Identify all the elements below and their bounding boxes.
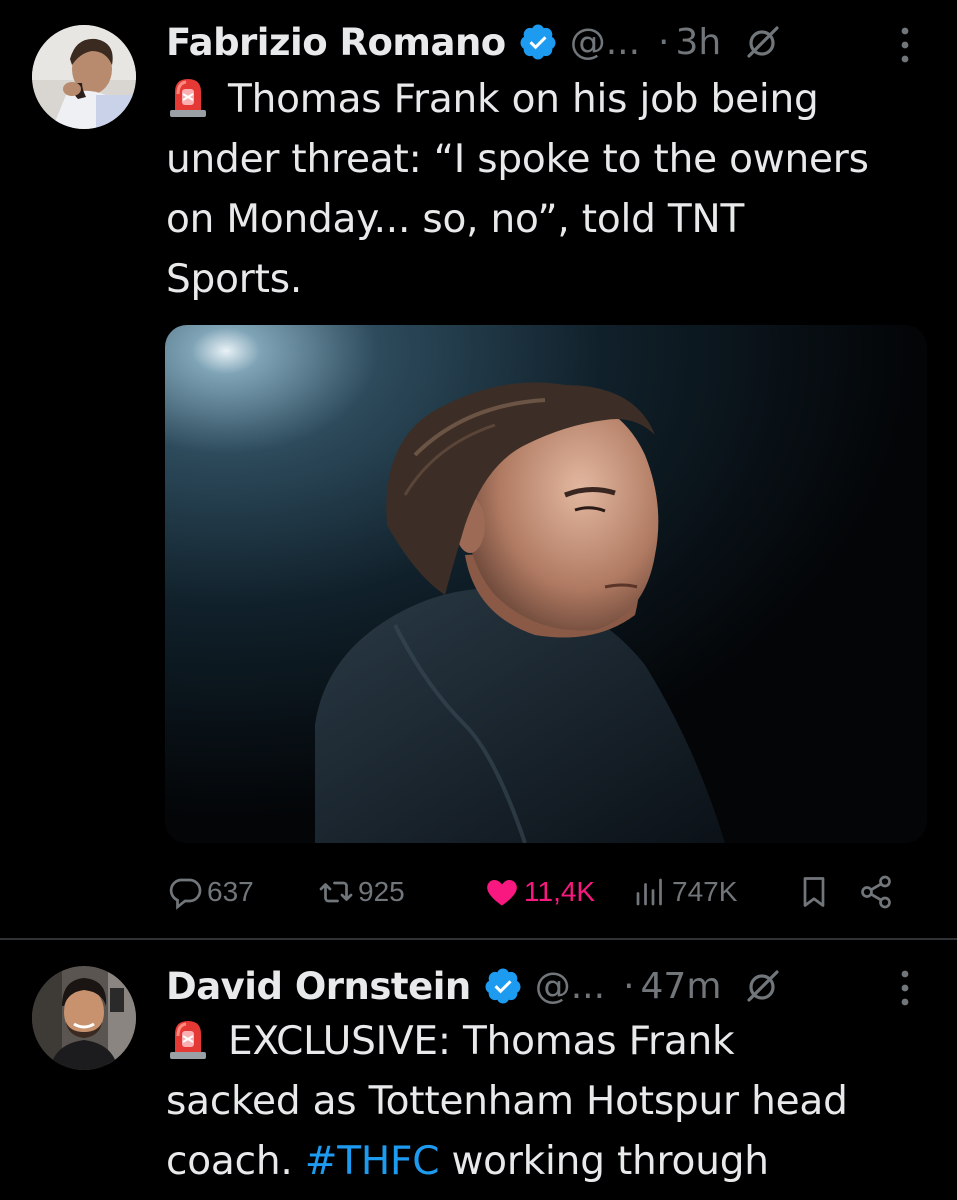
siren-emoji-icon — [170, 1021, 206, 1059]
reply-count: 637 — [207, 876, 254, 907]
share-icon — [861, 875, 891, 909]
tweet-text: Thomas Frank on his job being under thre… — [166, 70, 936, 310]
repost-icon — [319, 881, 353, 903]
avatar[interactable] — [32, 966, 136, 1070]
tweet-text-line-2: under threat: “I spoke to the owners — [166, 137, 869, 182]
grok-icon[interactable] — [745, 24, 781, 60]
siren-emoji-icon — [170, 79, 206, 117]
separator-dot: · — [623, 965, 635, 1007]
tweet-text-line-4: Sports. — [166, 257, 303, 302]
tweet-fabrizio-romano[interactable]: Fabrizio Romano @... · 3h Thomas Frank o… — [0, 0, 957, 938]
author-handle[interactable]: @... — [535, 966, 605, 1007]
tweet-text-line-3-suffix: working through — [439, 1139, 769, 1184]
more-vertical-icon[interactable] — [899, 25, 911, 65]
like-count: 11,4K — [524, 876, 596, 907]
views-button[interactable]: 747K — [632, 866, 737, 918]
tweet-text-line-1: EXCLUSIVE: Thomas Frank — [166, 1012, 936, 1072]
more-vertical-icon[interactable] — [899, 968, 911, 1008]
repost-count: 925 — [358, 876, 405, 907]
tweet-photo[interactable] — [165, 325, 927, 843]
author-name[interactable]: David Ornstein — [166, 965, 471, 1008]
verified-badge-icon — [520, 24, 556, 60]
author-name[interactable]: Fabrizio Romano — [166, 21, 506, 64]
bookmark-icon — [803, 877, 825, 907]
views-icon — [636, 878, 662, 906]
reply-icon — [169, 878, 202, 910]
tweet-header: David Ornstein @... · 47m — [166, 962, 781, 1010]
grok-icon[interactable] — [745, 968, 781, 1004]
hashtag-link[interactable]: #THFC — [305, 1139, 440, 1184]
tweet-actions: 637 925 11,4K 747K — [0, 866, 957, 918]
timestamp[interactable]: 3h — [676, 22, 722, 63]
bookmark-button[interactable] — [796, 866, 832, 918]
author-handle[interactable]: @... — [570, 22, 640, 63]
verified-badge-icon — [485, 968, 521, 1004]
share-button[interactable] — [858, 866, 894, 918]
timestamp[interactable]: 47m — [641, 966, 722, 1007]
separator-dot: · — [658, 21, 670, 63]
reply-button[interactable]: 637 — [167, 866, 254, 918]
tweet-text: EXCLUSIVE: Thomas Frank sacked as Totten… — [166, 1012, 936, 1192]
tweet-text-line-3: on Monday... so, no”, told TNT — [166, 197, 745, 242]
tweet-text-line-1: Thomas Frank on his job being — [166, 70, 936, 130]
tweet-text-line-3-prefix: coach. — [166, 1139, 305, 1184]
heart-icon — [487, 880, 517, 906]
tweet-text-line-1-content: EXCLUSIVE: Thomas Frank — [228, 1019, 735, 1064]
views-count: 747K — [672, 876, 738, 907]
repost-button[interactable]: 925 — [318, 866, 405, 918]
tweet-text-line-1-content: Thomas Frank on his job being — [228, 77, 819, 122]
like-button[interactable]: 11,4K — [484, 866, 595, 918]
tweet-text-line-3: coach. #THFC working through — [166, 1132, 936, 1192]
tweet-header: Fabrizio Romano @... · 3h — [166, 18, 781, 66]
tweet-text-line-2: sacked as Tottenham Hotspur head — [166, 1079, 848, 1124]
avatar[interactable] — [32, 25, 136, 129]
